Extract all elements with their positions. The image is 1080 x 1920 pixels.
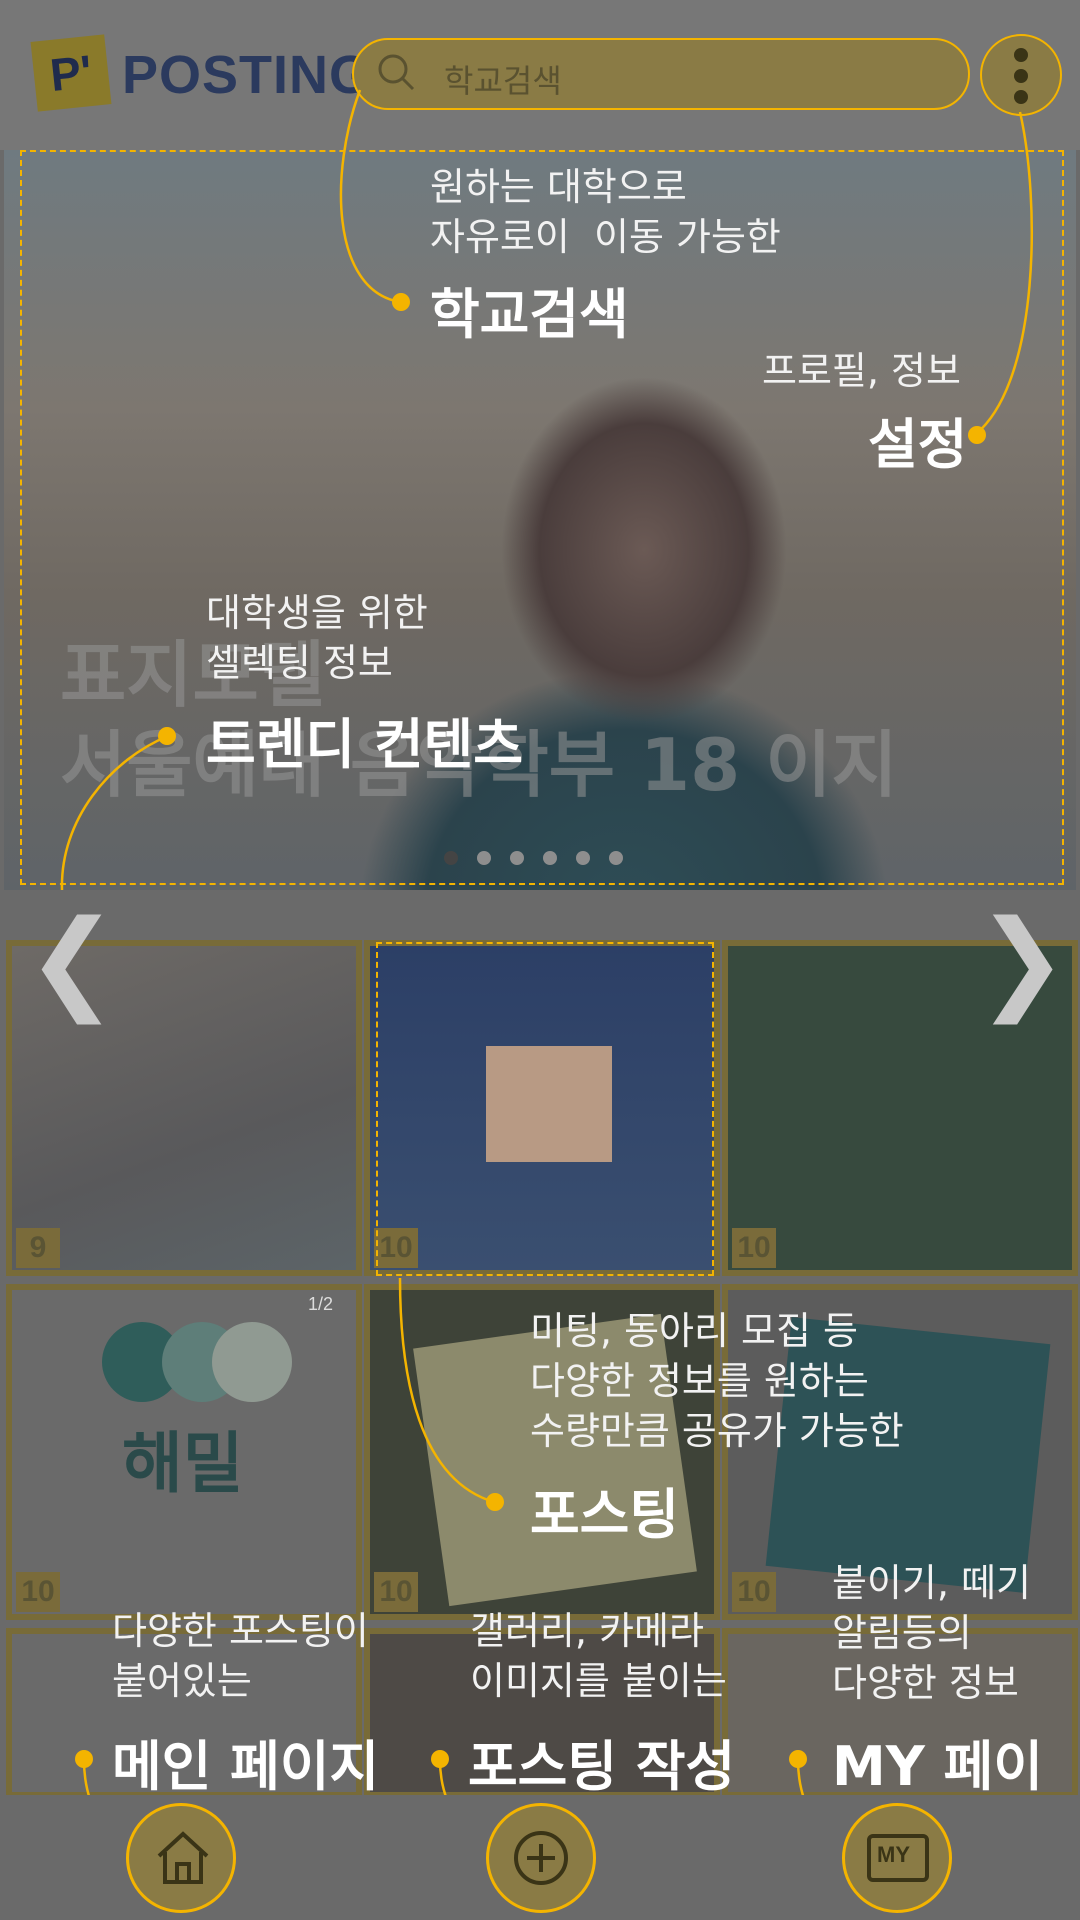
my-page-caption: 붙이기, 떼기 알림등의 다양한 정보 <box>832 1561 1031 1705</box>
settings-caption: 프로필, 정보 <box>762 349 961 393</box>
callout-dot <box>158 727 176 745</box>
trendy-caption: 대학생을 위한 셀렉팅 정보 <box>206 591 428 685</box>
main-page-title: 메인 페이지 <box>112 1735 380 1798</box>
callout-dot <box>486 1493 504 1511</box>
callout-dot <box>968 426 986 444</box>
my-page-button[interactable]: MY <box>842 1803 952 1913</box>
settings-title: 설정 <box>868 413 968 476</box>
callout-dot <box>431 1750 449 1768</box>
posting-caption: 미팅, 동아리 모집 등 다양한 정보를 원하는 수량만큼 공유가 가능한 <box>530 1309 904 1453</box>
school-search-caption: 원하는 대학으로 자유로이 이동 가능한 <box>430 165 781 259</box>
write-post-caption: 갤러리, 카메라 이미지를 붙이는 <box>470 1609 727 1703</box>
callout-dot <box>75 1750 93 1768</box>
posting-title: 포스팅 <box>530 1483 680 1546</box>
add-post-button[interactable] <box>486 1803 596 1913</box>
plus-circle-icon <box>514 1831 568 1885</box>
my-icon: MY <box>867 1834 929 1882</box>
bottom-navigation: MY <box>0 1795 1080 1920</box>
write-post-title: 포스팅 작성 <box>468 1735 736 1798</box>
school-search-title: 학교검색 <box>430 283 629 346</box>
trendy-title: 트렌디 컨텐츠 <box>206 713 523 776</box>
my-icon-label: MY <box>877 1842 910 1867</box>
home-button[interactable] <box>126 1803 236 1913</box>
callout-dot <box>392 293 410 311</box>
callout-dot <box>789 1750 807 1768</box>
home-icon <box>157 1831 209 1884</box>
main-page-caption: 다양한 포스팅이 붙어있는 <box>112 1609 369 1703</box>
